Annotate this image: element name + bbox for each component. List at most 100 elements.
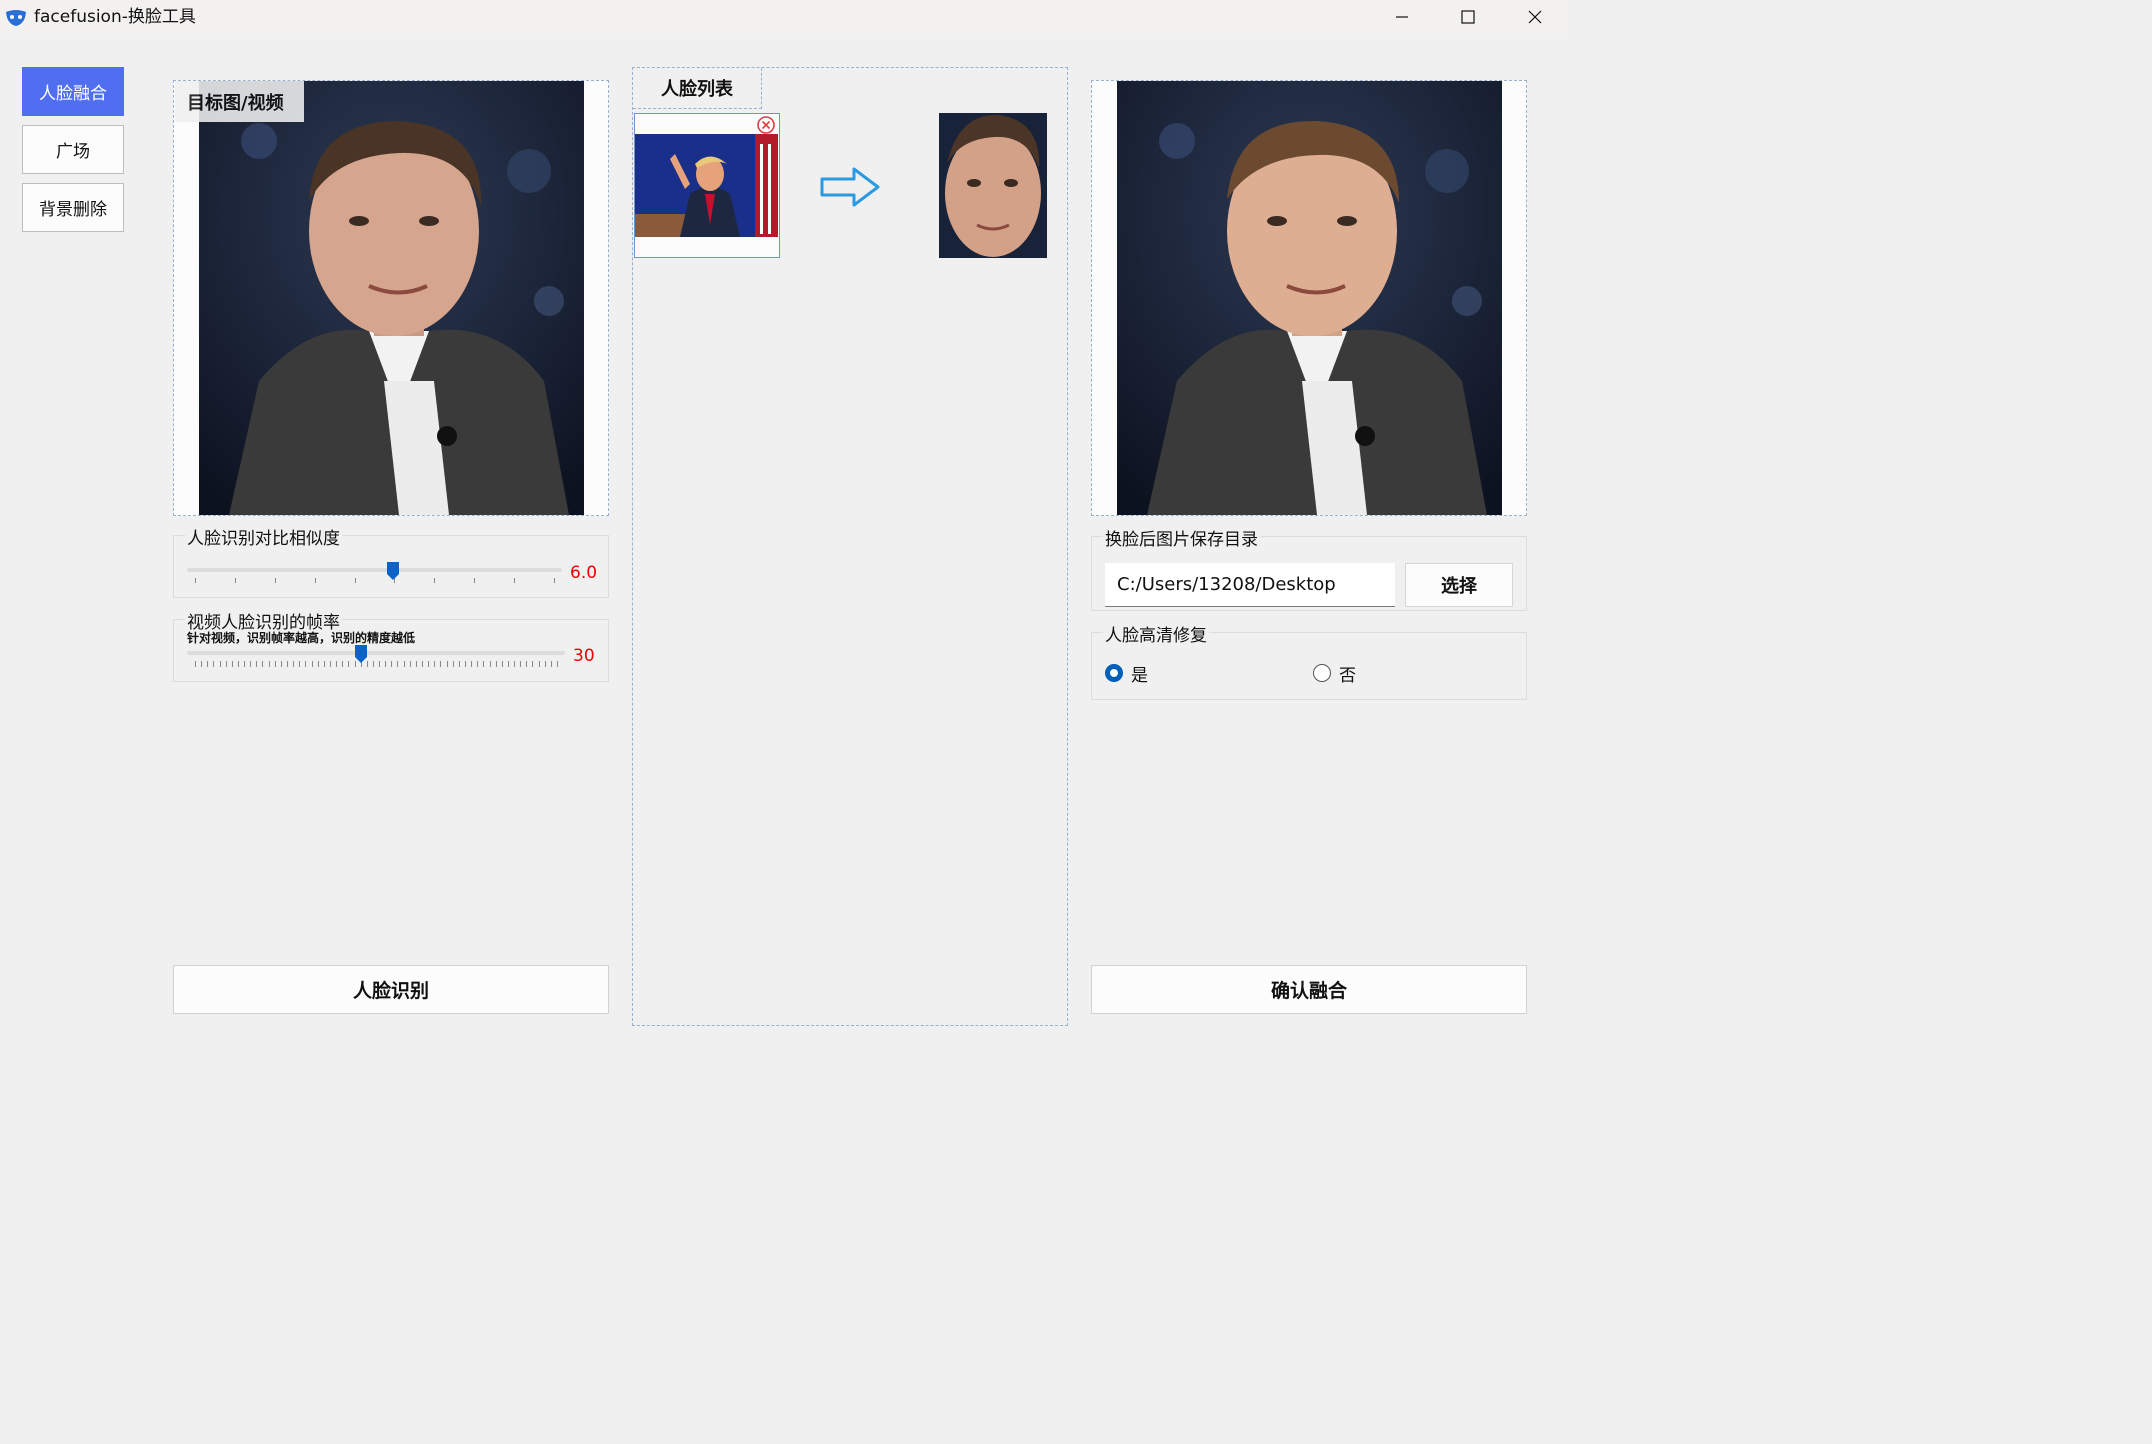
choose-dir-button[interactable]: 选择	[1405, 563, 1513, 607]
detected-face-thumbnail	[939, 113, 1047, 258]
maximize-button[interactable]	[1435, 0, 1501, 34]
slider-tick	[195, 578, 196, 583]
slider-tick	[342, 661, 343, 667]
hd-repair-title: 人脸高清修复	[1103, 621, 1209, 646]
slider-tick	[410, 661, 411, 667]
hd-repair-no-label: 否	[1339, 665, 1356, 686]
framerate-hint: 针对视频，识别帧率越高，识别的精度越低	[187, 631, 416, 645]
close-icon	[1528, 10, 1542, 24]
similarity-slider-handle[interactable]	[387, 562, 399, 580]
target-photo	[199, 81, 584, 515]
slider-tick	[238, 661, 239, 667]
slider-tick	[213, 661, 214, 667]
radio-checked-icon	[1105, 664, 1123, 682]
nav-plaza[interactable]: 广场	[22, 125, 124, 174]
slider-tick	[404, 661, 405, 667]
slider-tick	[318, 661, 319, 667]
remove-face-button[interactable]	[756, 115, 776, 135]
radio-unchecked-icon	[1313, 664, 1331, 682]
slider-tick	[453, 661, 454, 667]
slider-tick	[226, 661, 227, 667]
framerate-ticks	[187, 661, 565, 669]
slider-tick	[539, 661, 540, 667]
slider-tick	[532, 661, 533, 667]
slider-tick	[379, 661, 380, 667]
slider-tick	[195, 661, 196, 667]
similarity-title: 人脸识别对比相似度	[185, 524, 342, 549]
nav-face-fusion[interactable]: 人脸融合	[22, 67, 124, 116]
slider-tick	[434, 661, 435, 667]
slider-tick	[397, 661, 398, 667]
slider-tick	[551, 661, 552, 667]
slider-tick	[235, 578, 236, 583]
slider-tick	[520, 661, 521, 667]
slider-tick	[287, 661, 288, 667]
similarity-value: 6.0	[570, 563, 598, 583]
title-bar	[0, 0, 1568, 36]
slider-tick	[281, 661, 282, 667]
slider-tick	[367, 661, 368, 667]
face-detect-button[interactable]: 人脸识别	[173, 965, 609, 1014]
slider-tick	[207, 661, 208, 667]
similarity-ticks	[187, 578, 562, 586]
window-title: facefusion-换脸工具	[34, 7, 196, 27]
slider-tick	[545, 661, 546, 667]
slider-tick	[496, 661, 497, 667]
save-dir-title: 换脸后图片保存目录	[1103, 525, 1260, 550]
slider-tick	[422, 661, 423, 667]
slider-tick	[262, 661, 263, 667]
slider-tick	[428, 661, 429, 667]
slider-tick	[275, 578, 276, 583]
slider-tick	[508, 661, 509, 667]
slider-tick	[315, 578, 316, 583]
slider-tick	[330, 661, 331, 667]
slider-tick	[336, 661, 337, 667]
framerate-value: 30	[573, 646, 595, 666]
close-circle-icon	[757, 116, 775, 134]
confirm-fusion-button[interactable]: 确认融合	[1091, 965, 1527, 1014]
slider-tick	[471, 661, 472, 667]
save-dir-input[interactable]: C:/Users/13208/Desktop	[1105, 563, 1395, 607]
slider-tick	[557, 661, 558, 667]
target-image-label: 目标图/视频	[175, 81, 304, 122]
slider-tick	[483, 661, 484, 667]
slider-tick	[312, 661, 313, 667]
slider-tick	[256, 661, 257, 667]
hd-repair-yes-label: 是	[1131, 665, 1148, 686]
slider-tick	[526, 661, 527, 667]
slider-tick	[220, 661, 221, 667]
arrow-right-icon	[818, 165, 882, 209]
slider-tick	[305, 661, 306, 667]
framerate-slider-handle[interactable]	[355, 645, 367, 663]
maximize-icon	[1461, 10, 1475, 24]
slider-tick	[416, 661, 417, 667]
slider-tick	[250, 661, 251, 667]
slider-tick	[324, 661, 325, 667]
slider-tick	[269, 661, 270, 667]
slider-tick	[514, 578, 515, 583]
slider-tick	[275, 661, 276, 667]
framerate-slider[interactable]	[187, 651, 565, 655]
slider-tick	[477, 661, 478, 667]
slider-tick	[391, 661, 392, 667]
close-button[interactable]	[1502, 0, 1568, 34]
result-photo	[1117, 81, 1502, 515]
slider-tick	[355, 578, 356, 583]
slider-tick	[244, 661, 245, 667]
slider-tick	[385, 661, 386, 667]
slider-tick	[490, 661, 491, 667]
slider-tick	[299, 661, 300, 667]
face-list-title: 人脸列表	[633, 68, 762, 109]
hd-repair-no-option[interactable]: 否	[1313, 662, 1373, 686]
minimize-button[interactable]	[1369, 0, 1435, 34]
hd-repair-yes-option[interactable]: 是	[1105, 662, 1165, 686]
slider-tick	[232, 661, 233, 667]
slider-tick	[465, 661, 466, 667]
slider-tick	[373, 661, 374, 667]
slider-tick	[440, 661, 441, 667]
slider-tick	[434, 578, 435, 583]
slider-tick	[201, 661, 202, 667]
nav-background-removal[interactable]: 背景删除	[22, 183, 124, 232]
slider-tick	[459, 661, 460, 667]
similarity-slider[interactable]	[187, 568, 562, 572]
